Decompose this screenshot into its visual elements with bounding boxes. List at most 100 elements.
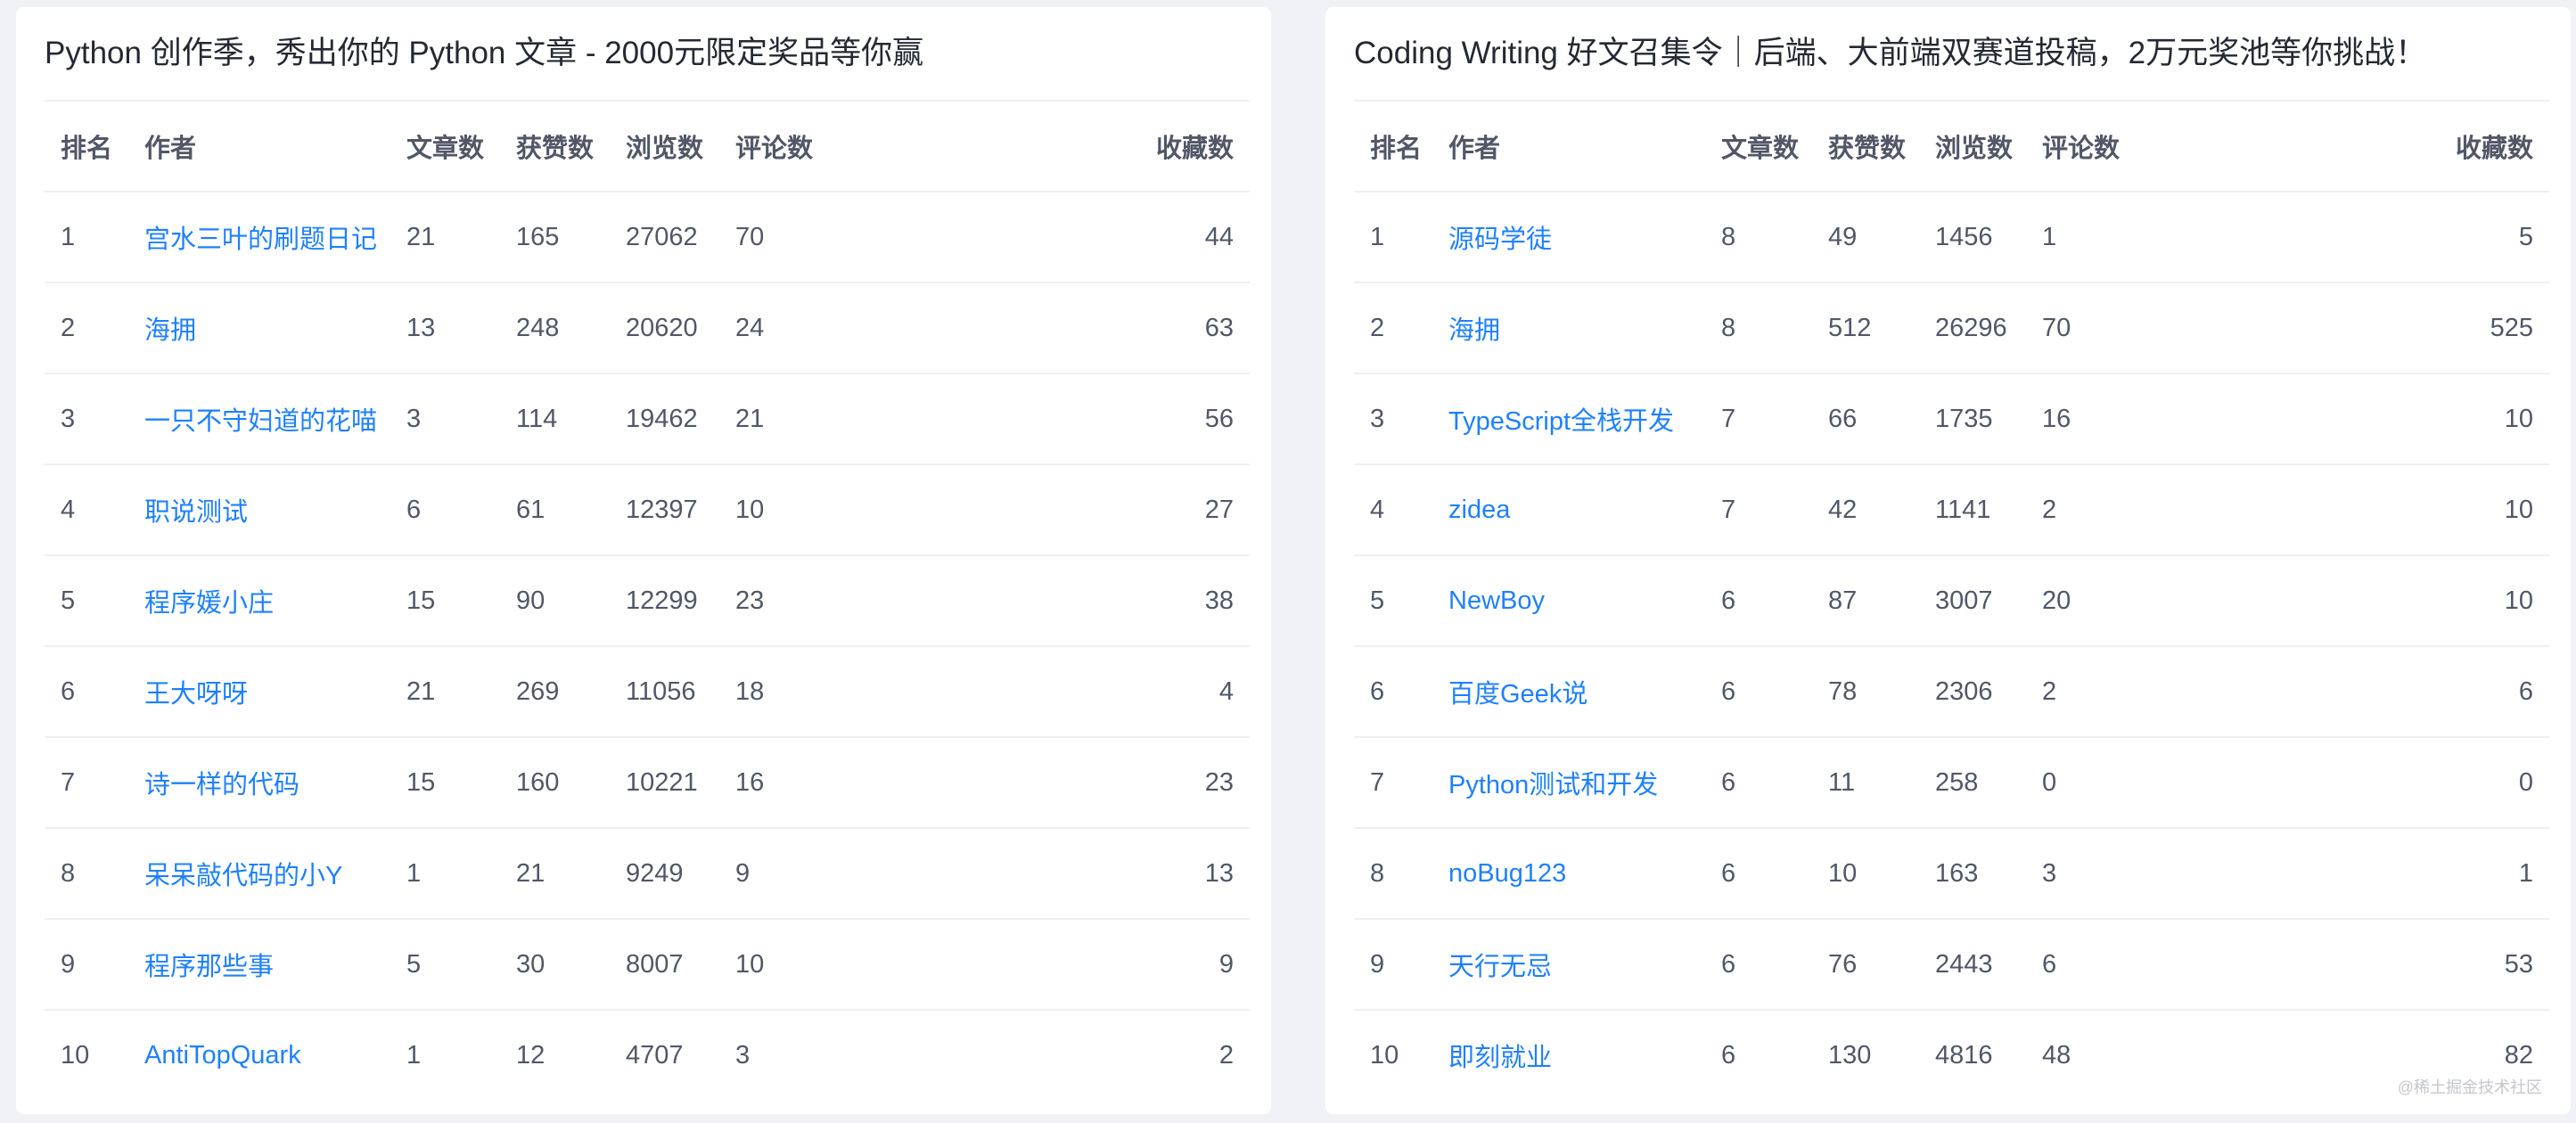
cell-likes: 269 bbox=[500, 646, 610, 738]
cell-views: 1141 bbox=[1919, 464, 2026, 556]
column-header-views: 浏览数 bbox=[1919, 102, 2026, 193]
table-row: 6 百度Geek说 6 78 2306 2 6 bbox=[1354, 646, 2549, 738]
cell-likes: 49 bbox=[1812, 192, 1919, 283]
column-header-articles: 文章数 bbox=[390, 102, 500, 193]
author-link[interactable]: 百度Geek说 bbox=[1448, 680, 1587, 709]
author-link[interactable]: 即刻就业 bbox=[1448, 1044, 1552, 1072]
column-header-author: 作者 bbox=[128, 102, 390, 193]
cell-comments: 21 bbox=[719, 373, 829, 465]
cell-favorites: 9 bbox=[829, 919, 1250, 1011]
cell-articles: 21 bbox=[390, 192, 500, 283]
table-row: 2 海拥 8 512 26296 70 525 bbox=[1354, 283, 2549, 374]
table-header-row: 排名 作者 文章数 获赞数 浏览数 评论数 收藏数 bbox=[45, 102, 1250, 193]
cell-comments: 70 bbox=[719, 192, 829, 283]
cell-author: 源码学徒 bbox=[1432, 192, 1705, 283]
cell-comments: 23 bbox=[719, 555, 829, 647]
table-row: 7 诗一样的代码 15 160 10221 16 23 bbox=[45, 737, 1250, 829]
cell-comments: 3 bbox=[735, 1040, 751, 1070]
cell-comments: 0 bbox=[2026, 737, 2133, 829]
cell-rank: 3 bbox=[45, 373, 128, 465]
table-row: 10 即刻就业 6 130 4816 48 82 bbox=[1354, 1010, 2549, 1100]
author-link[interactable]: Python测试和开发 bbox=[1448, 771, 1658, 799]
ranking-panel-python: Python 创作季，秀出你的 Python 文章 - 2000元限定奖品等你赢… bbox=[16, 7, 1271, 1114]
author-link[interactable]: 海拥 bbox=[1448, 316, 1500, 345]
cell-views: 4816 bbox=[1935, 1040, 1993, 1070]
cell-rank: 3 bbox=[1354, 373, 1432, 465]
author-link[interactable]: 海拥 bbox=[144, 316, 196, 345]
ranking-table: 排名 作者 文章数 获赞数 浏览数 评论数 收藏数 1 宫水三叶的刷题日记 21 16… bbox=[45, 102, 1250, 1100]
cell-views: 26296 bbox=[1919, 283, 2026, 374]
cell-favorites: 6 bbox=[2133, 646, 2549, 738]
author-link[interactable]: TypeScript全栈开发 bbox=[1448, 407, 1674, 436]
author-link[interactable]: zidea bbox=[1448, 496, 1510, 524]
cell-rank: 2 bbox=[45, 283, 128, 374]
cell-likes: 248 bbox=[500, 283, 610, 374]
cell-author: 程序那些事 bbox=[128, 919, 390, 1011]
author-link[interactable]: 王大呀呀 bbox=[144, 680, 248, 709]
cell-favorites: 27 bbox=[829, 464, 1250, 556]
author-link[interactable]: 呆呆敲代码的小Y bbox=[144, 862, 342, 890]
cell-articles: 21 bbox=[390, 646, 500, 738]
table-row: 9 天行无忌 6 76 2443 6 53 bbox=[1354, 919, 2549, 1011]
cell-articles: 6 bbox=[1705, 646, 1812, 738]
cell-articles: 6 bbox=[1721, 1040, 1736, 1070]
cell-favorites: 525 bbox=[2133, 283, 2549, 374]
cell-author: 程序媛小庄 bbox=[128, 555, 390, 647]
cell-favorites: 23 bbox=[829, 737, 1250, 829]
author-link[interactable]: 宫水三叶的刷题日记 bbox=[144, 225, 377, 254]
cell-views: 4707 bbox=[626, 1040, 684, 1070]
cell-rank: 9 bbox=[1354, 919, 1432, 1011]
cell-rank: 7 bbox=[1354, 737, 1432, 829]
cell-views: 1735 bbox=[1919, 373, 2026, 465]
author-link[interactable]: 诗一样的代码 bbox=[144, 771, 299, 799]
cell-author: 一只不守妇道的花喵 bbox=[128, 373, 390, 465]
cell-views: 11056 bbox=[610, 646, 719, 738]
cell-views: 8007 bbox=[610, 919, 719, 1011]
cell-articles: 5 bbox=[390, 919, 500, 1011]
cell-comments: 1 bbox=[2026, 192, 2133, 283]
cell-likes: 11 bbox=[1812, 737, 1919, 829]
cell-rank: 8 bbox=[45, 828, 128, 920]
cell-views: 9249 bbox=[610, 828, 719, 920]
cell-rank: 5 bbox=[45, 555, 128, 647]
author-link[interactable]: NewBoy bbox=[1448, 586, 1545, 615]
cell-likes: 78 bbox=[1812, 646, 1919, 738]
table-header-row: 排名 作者 文章数 获赞数 浏览数 评论数 收藏数 bbox=[1354, 102, 2549, 193]
cell-comments: 10 bbox=[719, 464, 829, 556]
author-link[interactable]: AntiTopQuark bbox=[144, 1041, 301, 1070]
cell-author: 海拥 bbox=[128, 283, 390, 374]
author-link[interactable]: 源码学徒 bbox=[1448, 225, 1552, 254]
cell-articles: 6 bbox=[1705, 737, 1812, 829]
panel-title[interactable]: Coding Writing 好文召集令｜后端、大前端双赛道投稿，2万元奖池等你… bbox=[1354, 7, 2549, 102]
table-row: 3 TypeScript全栈开发 7 66 1735 16 10 bbox=[1354, 373, 2549, 465]
cell-likes: 61 bbox=[500, 464, 610, 556]
cell-articles: 15 bbox=[390, 555, 500, 647]
table-row: 5 程序媛小庄 15 90 12299 23 38 bbox=[45, 555, 1250, 647]
cell-rank: 4 bbox=[1354, 464, 1432, 556]
column-header-author: 作者 bbox=[1432, 102, 1705, 193]
cell-favorites: 63 bbox=[829, 283, 1250, 374]
cell-articles: 13 bbox=[390, 283, 500, 374]
table-row: 10 AntiTopQuark 1 12 4707 3 2 bbox=[45, 1010, 1250, 1100]
cell-author: 诗一样的代码 bbox=[128, 737, 390, 829]
panel-title[interactable]: Python 创作季，秀出你的 Python 文章 - 2000元限定奖品等你赢 bbox=[45, 7, 1250, 102]
cell-views: 1456 bbox=[1919, 192, 2026, 283]
cell-favorites: 56 bbox=[829, 373, 1250, 465]
author-link[interactable]: 职说测试 bbox=[144, 498, 248, 527]
column-header-favorites: 收藏数 bbox=[829, 102, 1250, 193]
cell-comments: 2 bbox=[2026, 464, 2133, 556]
cell-comments: 18 bbox=[719, 646, 829, 738]
author-link[interactable]: 天行无忌 bbox=[1448, 953, 1552, 981]
cell-author: 即刻就业 bbox=[1432, 1010, 1705, 1100]
cell-views: 12397 bbox=[610, 464, 719, 556]
cell-comments: 2 bbox=[2026, 646, 2133, 738]
cell-comments: 20 bbox=[2026, 555, 2133, 647]
column-header-rank: 排名 bbox=[45, 102, 128, 193]
author-link[interactable]: 程序媛小庄 bbox=[144, 589, 274, 618]
author-link[interactable]: noBug123 bbox=[1448, 859, 1566, 888]
author-link[interactable]: 程序那些事 bbox=[144, 953, 274, 981]
cell-likes: 160 bbox=[500, 737, 610, 829]
author-link[interactable]: 一只不守妇道的花喵 bbox=[144, 407, 377, 436]
cell-favorites: 2 bbox=[1218, 1040, 1234, 1070]
table-row: 5 NewBoy 6 87 3007 20 10 bbox=[1354, 555, 2549, 647]
